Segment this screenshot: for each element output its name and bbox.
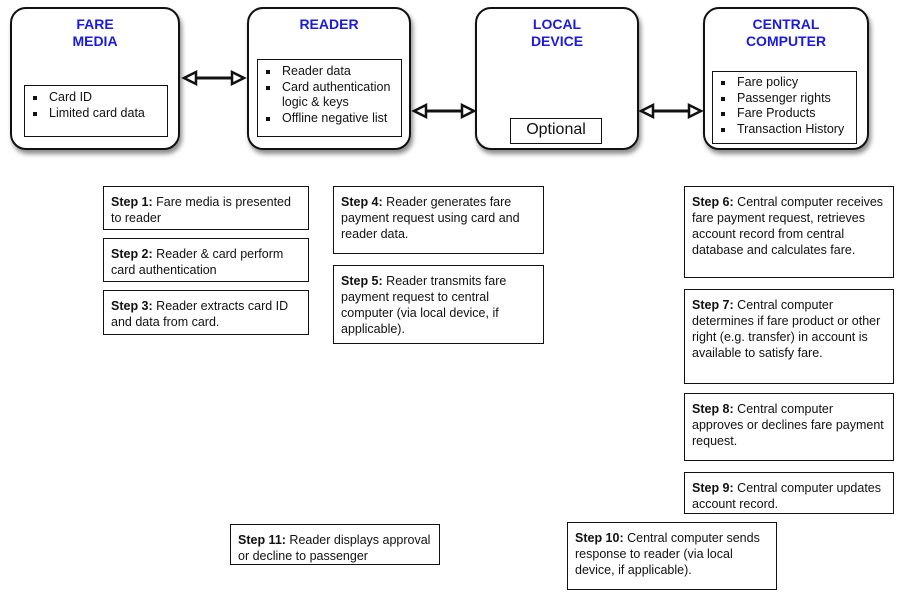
list-item: Offline negative list: [280, 111, 401, 127]
step-2: Step 2: Reader & card perform card authe…: [103, 238, 309, 282]
step-label: Step 2:: [111, 247, 153, 261]
double-arrow-icon: [181, 69, 247, 87]
step-6: Step 6: Central computer receives fare p…: [684, 186, 894, 278]
reader-title: READER: [299, 16, 359, 32]
step-3: Step 3: Reader extracts card ID and data…: [103, 290, 309, 335]
step-4: Step 4: Reader generates fare payment re…: [333, 186, 544, 254]
reader-box: READER Reader dataCard authentication lo…: [247, 7, 411, 150]
list-item: Limited card data: [47, 106, 167, 122]
local-device-box: LOCAL DEVICE Optional: [475, 7, 639, 150]
list-item: Passenger rights: [735, 91, 856, 107]
step-label: Step 1:: [111, 195, 153, 209]
double-arrow-icon: [411, 102, 477, 120]
fare-media-data-box: Card IDLimited card data: [24, 85, 168, 137]
step-1: Step 1: Fare media is presented to reade…: [103, 186, 309, 230]
step-9: Step 9: Central computer updates account…: [684, 472, 894, 514]
step-label: Step 10:: [575, 531, 624, 545]
central-data-box: Fare policyPassenger rightsFare Products…: [712, 71, 857, 144]
step-label: Step 11:: [238, 533, 286, 547]
list-item: Card authentication logic & keys: [280, 80, 401, 111]
step-7: Step 7: Central computer determines if f…: [684, 289, 894, 384]
list-item: Transaction History: [735, 122, 856, 138]
step-label: Step 6:: [692, 195, 734, 209]
list-item: Reader data: [280, 64, 401, 80]
reader-data-box: Reader dataCard authentication logic & k…: [257, 59, 402, 137]
central-computer-title: CENTRAL COMPUTER: [745, 16, 827, 49]
step-label: Step 4:: [341, 195, 383, 209]
central-computer-box: CENTRAL COMPUTER Fare policyPassenger ri…: [703, 7, 869, 150]
list-item: Fare Products: [735, 106, 856, 122]
fare-media-title: FARE MEDIA: [72, 16, 118, 49]
fare-media-box: FARE MEDIA Card IDLimited card data: [10, 7, 180, 150]
optional-label: Optional: [510, 118, 602, 144]
list-item: Fare policy: [735, 75, 856, 91]
step-10: Step 10: Central computer sends response…: [567, 522, 777, 590]
step-label: Step 9:: [692, 481, 734, 495]
step-11: Step 11: Reader displays approval or dec…: [230, 524, 440, 565]
local-device-title: LOCAL DEVICE: [530, 16, 584, 49]
step-label: Step 5:: [341, 274, 383, 288]
step-label: Step 8:: [692, 402, 734, 416]
step-label: Step 7:: [692, 298, 734, 312]
step-8: Step 8: Central computer approves or dec…: [684, 393, 894, 461]
list-item: Card ID: [47, 90, 167, 106]
double-arrow-icon: [638, 102, 704, 120]
step-5: Step 5: Reader transmits fare payment re…: [333, 265, 544, 344]
step-label: Step 3:: [111, 299, 153, 313]
